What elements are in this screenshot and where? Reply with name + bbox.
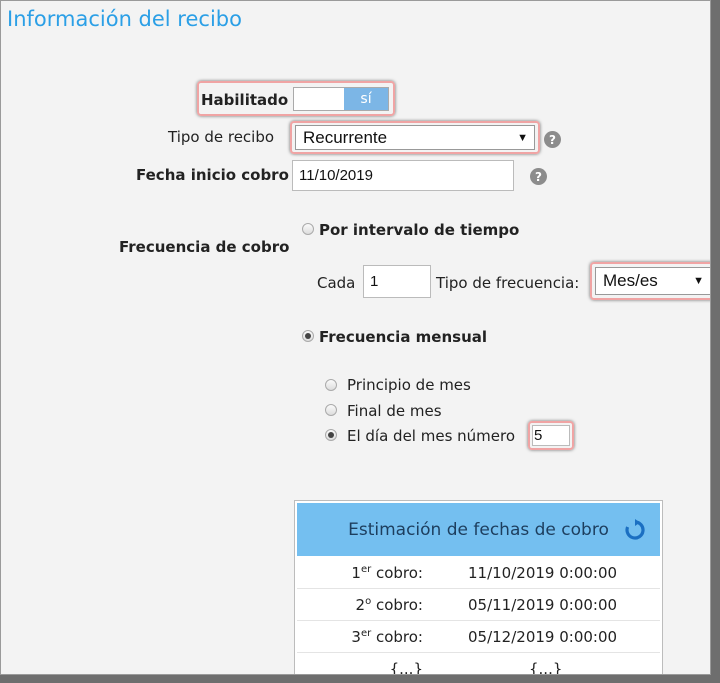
- fecha-inicio-input[interactable]: 11/10/2019: [292, 160, 514, 191]
- row-key: {...}: [389, 659, 423, 675]
- dia-input[interactable]: 5: [532, 425, 570, 446]
- radio-mensual[interactable]: [302, 330, 314, 342]
- row-key: 2o cobro:: [355, 595, 423, 614]
- intervalo-option-label: Por intervalo de tiempo: [319, 221, 520, 239]
- dia-mes-label: El día del mes número: [347, 427, 516, 445]
- estimation-row: 1er cobro: 11/10/2019 0:00:00: [297, 557, 660, 589]
- chevron-down-icon: ▼: [693, 275, 704, 287]
- estimation-box: Estimación de fechas de cobro 1er cobro:…: [294, 500, 663, 675]
- estimation-row: 2o cobro: 05/11/2019 0:00:00: [297, 589, 660, 621]
- cada-input[interactable]: 1: [363, 265, 431, 298]
- fecha-inicio-label: Fecha inicio cobro: [136, 166, 289, 184]
- habilitado-label: Habilitado: [201, 91, 289, 109]
- help-icon[interactable]: ?: [544, 131, 561, 148]
- tipo-recibo-value: Recurrente: [303, 127, 388, 147]
- radio-principio-mes[interactable]: [325, 379, 337, 391]
- row-key: 3er cobro:: [351, 627, 423, 646]
- page-title: Información del recibo: [7, 7, 242, 31]
- estimation-row: {...} {...}: [297, 653, 660, 675]
- tipo-frecuencia-select[interactable]: Mes/es ▼: [595, 267, 710, 295]
- toggle-off-area: [294, 88, 344, 110]
- tipo-recibo-select[interactable]: Recurrente ▼: [295, 125, 535, 150]
- frecuencia-label: Frecuencia de cobro: [119, 238, 290, 256]
- final-mes-label: Final de mes: [347, 402, 442, 420]
- tipo-frecuencia-label: Tipo de frecuencia:: [436, 274, 580, 292]
- row-date: {...}: [529, 659, 563, 675]
- estimation-header: Estimación de fechas de cobro: [297, 503, 660, 556]
- tipo-frecuencia-value: Mes/es: [603, 271, 658, 290]
- row-date: 05/11/2019 0:00:00: [468, 595, 618, 614]
- tipo-recibo-label: Tipo de recibo: [168, 128, 275, 146]
- help-icon[interactable]: ?: [530, 168, 547, 185]
- row-date: 11/10/2019 0:00:00: [468, 563, 618, 582]
- row-key: 1er cobro:: [351, 563, 423, 582]
- radio-dia-mes[interactable]: [325, 429, 337, 441]
- toggle-on-label: sí: [344, 88, 388, 110]
- estimation-title: Estimación de fechas de cobro: [348, 519, 609, 540]
- habilitado-toggle[interactable]: sí: [293, 87, 389, 111]
- refresh-icon[interactable]: [624, 519, 646, 545]
- receipt-info-panel: Información del recibo Habilitado sí Tip…: [0, 0, 711, 675]
- mensual-option-label: Frecuencia mensual: [319, 328, 488, 346]
- radio-final-mes[interactable]: [325, 404, 337, 416]
- principio-mes-label: Principio de mes: [347, 376, 471, 394]
- chevron-down-icon: ▼: [517, 131, 528, 144]
- radio-intervalo[interactable]: [302, 223, 314, 235]
- row-date: 05/12/2019 0:00:00: [468, 627, 618, 646]
- cada-label: Cada: [317, 274, 356, 292]
- estimation-row: 3er cobro: 05/12/2019 0:00:00: [297, 621, 660, 653]
